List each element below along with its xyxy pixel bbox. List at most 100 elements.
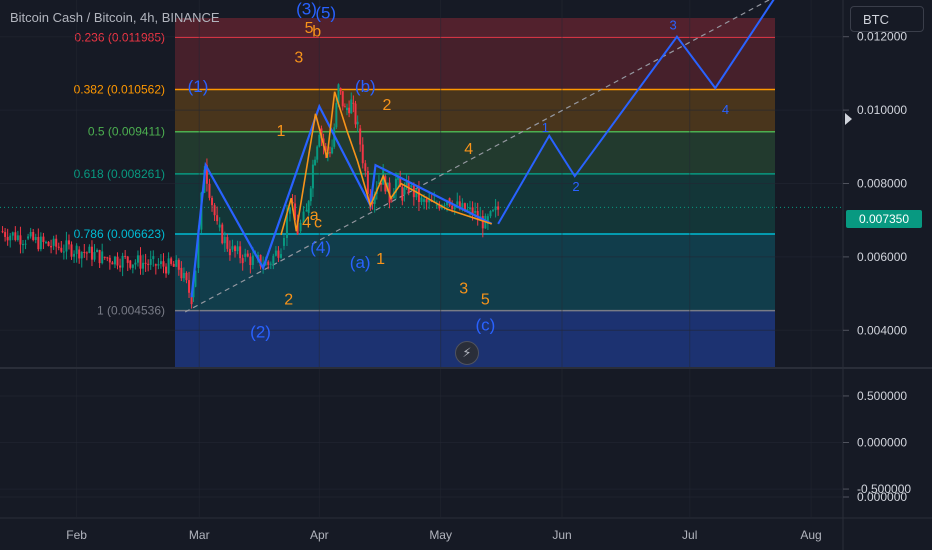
candle-body: [149, 259, 152, 265]
candle-body: [216, 215, 219, 222]
wave-label: (b): [355, 77, 376, 96]
candle-body: [277, 250, 280, 258]
candle-body: [182, 272, 185, 279]
wave-label: b: [312, 24, 321, 41]
candle-body: [39, 236, 42, 250]
candle-body: [75, 245, 78, 254]
x-tick-label: Aug: [800, 528, 821, 542]
candle-body: [343, 106, 346, 108]
candle-body: [170, 258, 173, 264]
wave-label: (3): [296, 0, 317, 19]
candle-body: [27, 236, 30, 239]
candle-body: [19, 235, 22, 245]
candle-body: [126, 256, 129, 263]
candle-body: [67, 240, 70, 245]
candle-body: [52, 238, 55, 246]
candle-body: [280, 254, 282, 258]
wave-label: 3: [459, 281, 468, 298]
x-tick-label: Mar: [189, 528, 210, 542]
candle-body: [494, 206, 497, 211]
candle-body: [208, 183, 211, 198]
candle-body: [93, 252, 96, 260]
fib-level-label: 0.236 (0.011985): [74, 30, 165, 44]
candle-body: [341, 91, 344, 107]
candle-body: [272, 255, 275, 264]
candle-body: [98, 249, 101, 264]
wave-label: 1: [542, 120, 549, 135]
wave-label: (c): [475, 315, 495, 334]
current-price-tag: 0.007350: [846, 210, 922, 228]
wave-label: 2: [284, 292, 293, 309]
x-tick-label: Feb: [66, 528, 87, 542]
candle-body: [172, 263, 175, 267]
x-tick-label: Jun: [552, 528, 571, 542]
candle-body: [366, 170, 369, 194]
candle-body: [221, 224, 224, 244]
wave-label: 5: [481, 292, 490, 309]
candle-body: [474, 210, 477, 213]
candle-body: [451, 205, 454, 210]
candle-body: [154, 264, 157, 266]
candle-body: [65, 240, 68, 252]
candle-body: [111, 262, 114, 265]
candle-body: [410, 185, 413, 188]
candle-body: [354, 103, 357, 125]
candle-body: [162, 261, 165, 267]
currency-button[interactable]: BTC: [850, 6, 924, 32]
wave-label: (a): [350, 253, 371, 272]
candle-body: [423, 199, 426, 202]
candle-body: [249, 256, 252, 266]
indicator-axis-label: 0.000000: [857, 490, 907, 504]
candle-body: [32, 231, 35, 240]
candle-body: [165, 266, 168, 274]
candle-body: [4, 232, 7, 237]
candle-body: [316, 146, 319, 160]
candle-body: [42, 236, 45, 242]
candle-body: [21, 244, 24, 246]
wave-label: (4): [310, 238, 331, 257]
wave-label: 1: [277, 123, 286, 140]
indicator-axis-label: 0.000000: [857, 436, 907, 450]
fib-zone: [175, 37, 775, 90]
fib-level-label: 0.5 (0.009411): [88, 125, 165, 139]
candle-body: [101, 251, 104, 264]
candle-body: [70, 244, 73, 257]
candle-body: [78, 249, 81, 259]
candle-body: [359, 128, 362, 145]
wave-label: (1): [188, 77, 209, 96]
price-axis-label: 0.008000: [857, 177, 907, 191]
candle-body: [309, 188, 312, 202]
candle-body: [60, 247, 63, 252]
candle-body: [356, 121, 359, 125]
candle-body: [420, 197, 423, 202]
expand-arrow-icon[interactable]: [845, 113, 852, 125]
fib-zone: [175, 131, 775, 174]
candle-body: [136, 255, 139, 263]
chart-canvas[interactable]: 0.236 (0.011985) 0.382 (0.010562) 0.5 (0.0…: [0, 0, 932, 550]
candle-body: [348, 107, 351, 114]
fib-level-label: 0.382 (0.010562): [74, 82, 165, 96]
candle-body: [244, 253, 247, 257]
candle-body: [37, 236, 40, 250]
candle-body: [345, 107, 348, 111]
candle-body: [314, 159, 317, 166]
candle-body: [129, 260, 132, 268]
candle-body: [403, 187, 406, 195]
wave-label: 4: [464, 141, 473, 158]
candle-body: [80, 252, 83, 259]
candle-body: [6, 236, 9, 241]
candle-body: [211, 197, 214, 206]
candle-body: [246, 253, 249, 257]
candle-body: [47, 241, 50, 246]
candle-body: [180, 267, 183, 279]
candle-body: [96, 249, 99, 253]
price-axis-label: 0.010000: [857, 103, 907, 117]
candle-body: [339, 88, 342, 92]
symbol-title: Bitcoin Cash / Bitcoin, 4h, BINANCE: [10, 10, 220, 25]
candle-body: [226, 237, 229, 249]
candle-body: [83, 252, 86, 254]
lightning-icon[interactable]: ⚡: [455, 341, 479, 365]
candle-body: [288, 207, 291, 214]
candle-body: [352, 102, 355, 104]
candle-body: [364, 163, 367, 171]
